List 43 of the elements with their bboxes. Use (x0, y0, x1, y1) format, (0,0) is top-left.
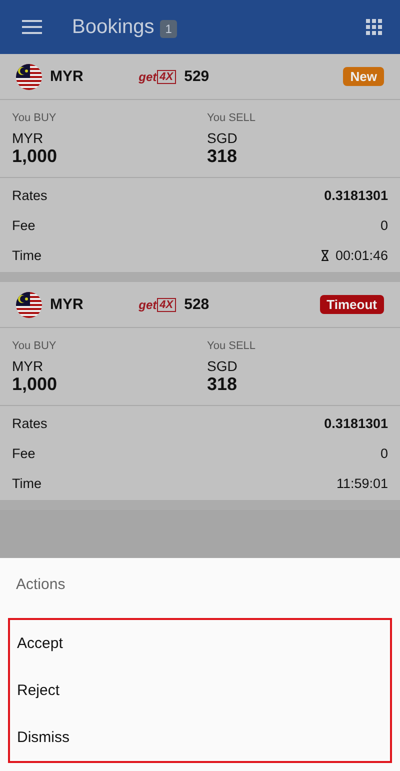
side-label: You BUY (12, 340, 58, 352)
booking-number: 529 (184, 68, 210, 85)
currency-code: MYR (50, 296, 84, 313)
action-item[interactable]: Reject (10, 667, 390, 714)
brand-logo: get 4X (138, 298, 176, 312)
amount: 318 (207, 146, 238, 167)
currency-code: MYR (12, 130, 44, 146)
status-badge: New (343, 67, 384, 86)
flag-icon (16, 64, 42, 90)
amount: 1,000 (12, 374, 58, 395)
detail-value: 0 (380, 218, 388, 232)
action-item[interactable]: Dismiss (10, 714, 390, 761)
grid-icon[interactable] (366, 19, 382, 35)
detail-value: 11:59:01 (336, 476, 388, 490)
brand-logo: get 4X (138, 70, 176, 84)
menu-icon[interactable] (22, 19, 42, 35)
detail-value: 0.3181301 (324, 188, 388, 202)
currency-code: MYR (12, 358, 44, 374)
flag-icon (16, 292, 42, 318)
action-item[interactable]: Accept (10, 620, 390, 667)
side-label: You SELL (207, 340, 257, 352)
amount: 1,000 (12, 146, 58, 167)
detail-label: Fee (12, 218, 36, 232)
detail-label: Rates (12, 416, 48, 430)
detail-label: Time (12, 476, 42, 490)
detail-value: 00:01:46 (335, 248, 388, 262)
side-label: You SELL (207, 112, 257, 124)
currency-code: SGD (207, 130, 238, 146)
booking-number: 528 (184, 296, 210, 313)
sheet-title: Actions (16, 576, 66, 593)
hourglass-icon (321, 250, 330, 260)
count-badge: 1 (160, 20, 177, 38)
currency-code: SGD (207, 358, 238, 374)
side-label: You BUY (12, 112, 58, 124)
detail-value: 0.3181301 (324, 416, 388, 430)
detail-value: 0 (380, 446, 388, 460)
status-badge: Timeout (320, 295, 384, 314)
detail-label: Fee (12, 446, 36, 460)
detail-label: Rates (12, 188, 48, 202)
amount: 318 (207, 374, 238, 395)
currency-code: MYR (50, 68, 84, 85)
detail-label: Time (12, 248, 42, 262)
page-title: Bookings (72, 16, 154, 38)
